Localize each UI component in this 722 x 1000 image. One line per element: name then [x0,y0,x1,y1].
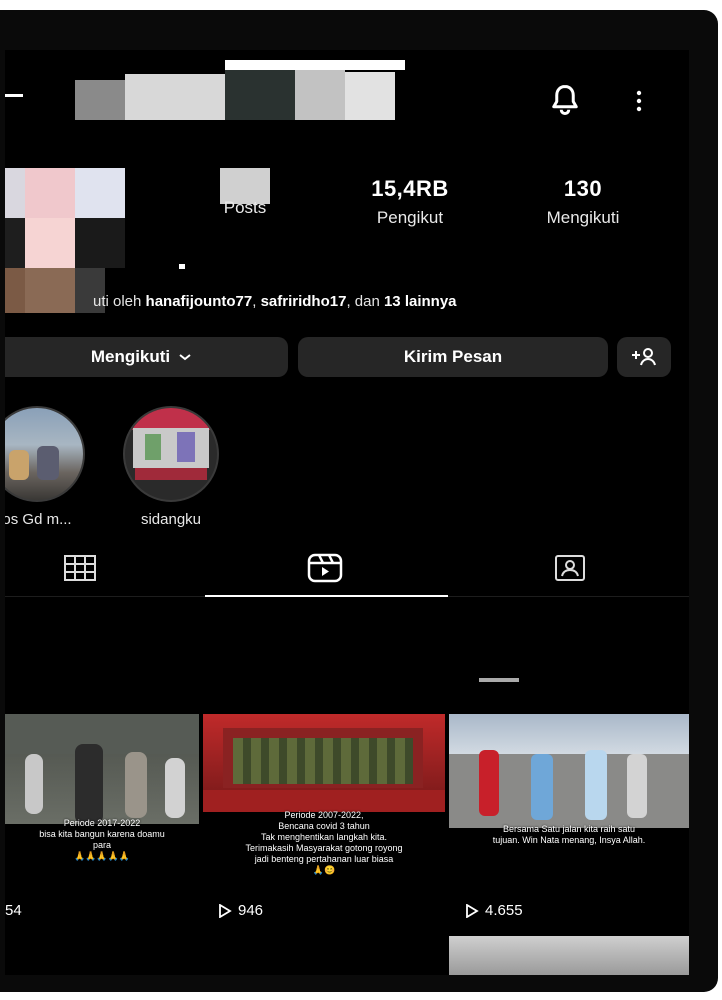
highlight-2[interactable]: sidangku [123,406,219,528]
followers-label: Pengikut [376,208,444,227]
reel-3-views: 4.655 [465,902,523,919]
tagged-icon [555,555,585,581]
followed-by-prefix: uti oleh [93,293,146,310]
reel-1-views: 54 [5,902,22,919]
following-count: 130 [563,176,603,201]
highlight-2-label: sidangku [140,511,202,528]
following-button-label: Mengikuti [90,347,171,366]
message-button[interactable]: Kirim Pesan [298,337,608,377]
mutual-user-2[interactable]: safriridho17 [261,293,347,310]
play-icon [466,903,479,918]
device-frame: Posts 15,4RB Pengikut 130 Mengikuti uti … [0,10,718,992]
reel-1-views-count: 54 [5,902,22,919]
tab-tagged[interactable] [500,548,640,588]
followed-by-text[interactable]: uti oleh hanafijounto77, safriridho17, d… [93,293,457,310]
message-button-label: Kirim Pesan [403,347,503,366]
tab-reels[interactable] [255,548,395,588]
profile-screen: Posts 15,4RB Pengikut 130 Mengikuti uti … [5,50,689,975]
play-icon [219,903,232,918]
username-redacted [75,60,405,120]
stat-following[interactable]: 130 Mengikuti [523,176,643,228]
reels-icon [307,553,343,583]
reel-2-caption: Periode 2007-2022, Bencana covid 3 tahun… [245,810,403,875]
posts-label: Posts [223,198,267,217]
following-label: Mengikuti [546,208,620,227]
suggest-people-button[interactable] [617,337,671,377]
reel-2-views-count: 946 [238,902,264,919]
mutual-others[interactable]: 13 lainnya [384,293,457,310]
add-person-icon [632,348,656,366]
redacted-mark [179,264,185,269]
stat-followers[interactable]: 15,4RB Pengikut [350,176,470,228]
profile-header [5,50,689,122]
separator-and: , dan [346,293,384,310]
back-arrow-icon[interactable] [5,94,23,97]
grid-icon [64,555,96,581]
reel-tile-1[interactable]: Periode 2017-2022 bisa kita bangun karen… [5,714,199,929]
highlight-1[interactable]: os Gd m... [5,406,85,528]
mutual-user-1[interactable]: hanafijounto77 [146,293,253,310]
chevron-down-icon [179,354,191,361]
stat-posts[interactable]: Posts [195,168,295,218]
active-tab-indicator [205,595,448,597]
reel-tile-3[interactable]: Bersama Satu jalan kita raih satu tujuan… [449,714,689,929]
reel-tile-2[interactable]: Periode 2007-2022, Bencana covid 3 tahun… [203,714,445,929]
notification-bell-icon[interactable] [547,82,583,118]
more-options-icon[interactable] [629,86,649,116]
reel-3-views-count: 4.655 [485,902,523,919]
tab-posts-grid[interactable] [5,548,155,588]
highlight-2-cover [123,406,219,502]
reel-3-top-label [479,678,519,682]
reel-2-views: 946 [218,902,263,919]
highlight-1-cover [5,406,85,502]
reel-tile-6[interactable] [449,936,689,975]
separator: , [252,293,261,310]
reel-1-caption: Periode 2017-2022 bisa kita bangun karen… [39,818,165,861]
followers-count: 15,4RB [371,176,449,201]
following-button[interactable]: Mengikuti [5,337,288,377]
reel-3-caption: Bersama Satu jalan kita raih satu tujuan… [492,824,646,845]
highlight-1-label: os Gd m... [5,511,72,528]
